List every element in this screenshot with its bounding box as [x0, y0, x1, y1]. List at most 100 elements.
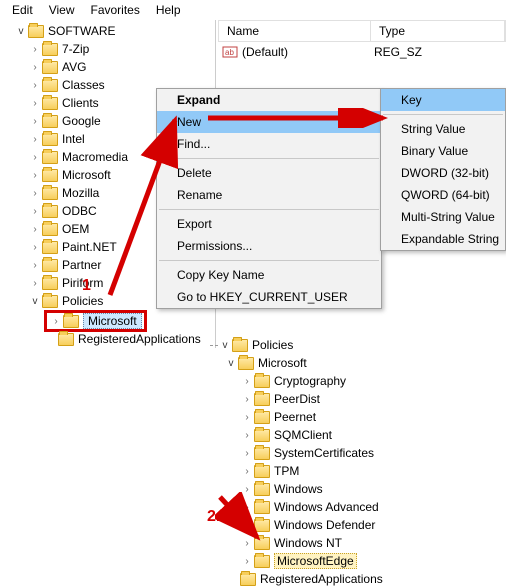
tree-node[interactable]: › TPM — [210, 462, 383, 480]
menu-item-rename[interactable]: Rename — [157, 184, 381, 206]
menu-item-goto[interactable]: Go to HKEY_CURRENT_USER — [157, 286, 381, 308]
tree-label: SystemCertificates — [274, 446, 374, 460]
chevron-right-icon[interactable]: › — [240, 430, 254, 441]
chevron-right-icon[interactable]: › — [240, 538, 254, 549]
chevron-right-icon[interactable]: › — [240, 484, 254, 495]
chevron-right-icon[interactable]: › — [28, 224, 42, 235]
menu-edit[interactable]: Edit — [4, 1, 41, 19]
folder-icon — [254, 537, 270, 550]
menu-item-find[interactable]: Find... — [157, 133, 381, 155]
menu-separator — [159, 260, 379, 261]
menu-item-export[interactable]: Export — [157, 213, 381, 235]
menu-item-new[interactable]: New ▶ — [157, 111, 381, 133]
disclosure-icon[interactable]: v — [224, 358, 238, 369]
chevron-right-icon[interactable]: › — [240, 466, 254, 477]
col-name[interactable]: Name — [219, 21, 371, 41]
folder-icon — [232, 339, 248, 352]
chevron-right-icon[interactable]: › — [240, 556, 254, 567]
chevron-right-icon[interactable]: › — [28, 188, 42, 199]
tree-node[interactable]: v Microsoft — [210, 354, 383, 372]
chevron-right-icon[interactable]: › — [49, 316, 63, 327]
disclosure-icon[interactable]: v — [218, 340, 232, 351]
tree-label: SQMClient — [274, 428, 332, 442]
menu-favorites[interactable]: Favorites — [82, 1, 147, 19]
chevron-right-icon[interactable]: › — [240, 448, 254, 459]
col-type[interactable]: Type — [371, 21, 505, 41]
selected-label: Microsoft — [83, 313, 142, 329]
tree-node-target[interactable]: › MicrosoftEdge — [210, 552, 383, 570]
chevron-right-icon[interactable]: › — [240, 394, 254, 405]
tree-node[interactable]: › SystemCertificates — [210, 444, 383, 462]
menu-item-delete[interactable]: Delete — [157, 162, 381, 184]
tree-node[interactable]: ›PeerDist — [210, 390, 383, 408]
menu-view[interactable]: View — [41, 1, 83, 19]
chevron-right-icon[interactable]: › — [28, 116, 42, 127]
chevron-right-icon[interactable]: › — [28, 170, 42, 181]
chevron-right-icon[interactable]: › — [240, 412, 254, 423]
chevron-right-icon[interactable]: › — [28, 206, 42, 217]
string-value-icon: ab — [222, 44, 238, 60]
folder-icon — [254, 465, 270, 478]
tree-label: Windows NT — [274, 536, 342, 550]
folder-icon — [254, 501, 270, 514]
tree-node-selected[interactable]: › Microsoft — [0, 312, 215, 330]
tree-node[interactable]: ›Windows — [210, 480, 383, 498]
folder-icon — [254, 447, 270, 460]
menu-item-expand[interactable]: Expand — [157, 89, 381, 111]
tree-label: ODBC — [62, 204, 97, 218]
annotation-number-2: 2. — [207, 508, 220, 526]
list-row[interactable]: ab (Default) REG_SZ — [218, 42, 506, 62]
chevron-right-icon[interactable]: › — [28, 44, 42, 55]
chevron-right-icon[interactable]: › — [28, 242, 42, 253]
disclosure-icon[interactable]: v — [14, 26, 28, 37]
submenu-arrow-icon: ▶ — [367, 115, 375, 126]
disclosure-icon[interactable]: v — [28, 296, 42, 307]
chevron-right-icon[interactable]: › — [28, 80, 42, 91]
context-menu: Expand New ▶ Find... Delete Rename Expor… — [156, 88, 382, 309]
folder-icon — [254, 393, 270, 406]
tree-node[interactable]: › SQMClient — [210, 426, 383, 444]
folder-icon — [42, 295, 58, 308]
tree-node[interactable]: ›7-Zip — [0, 40, 215, 58]
tree-node[interactable]: › RegisteredApplications — [0, 330, 215, 348]
tree-label: Microsoft — [62, 168, 111, 182]
folder-icon — [42, 241, 58, 254]
tree-node[interactable]: ›Peernet — [210, 408, 383, 426]
submenu-item-key[interactable]: Key — [381, 89, 505, 111]
tree-node[interactable]: ›Windows Defender — [210, 516, 383, 534]
submenu-item-dword[interactable]: DWORD (32-bit) — [381, 162, 505, 184]
menu-item-copykeyname[interactable]: Copy Key Name — [157, 264, 381, 286]
tree-label: Partner — [62, 258, 101, 272]
menu-help[interactable]: Help — [148, 1, 189, 19]
chevron-right-icon[interactable]: › — [28, 134, 42, 145]
menu-separator — [159, 209, 379, 210]
submenu-item-multistring[interactable]: Multi-String Value — [381, 206, 505, 228]
chevron-right-icon[interactable]: › — [240, 376, 254, 387]
tree-node[interactable]: v Policies — [210, 336, 383, 354]
chevron-right-icon[interactable]: › — [28, 98, 42, 109]
tree-node[interactable]: ›Cryptography — [210, 372, 383, 390]
menu-item-permissions[interactable]: Permissions... — [157, 235, 381, 257]
folder-icon — [254, 519, 270, 532]
chevron-right-icon[interactable]: › — [28, 62, 42, 73]
chevron-right-icon[interactable]: › — [28, 260, 42, 271]
tree-root[interactable]: v SOFTWARE — [0, 22, 215, 40]
chevron-right-icon[interactable]: › — [28, 278, 42, 289]
chevron-right-icon[interactable]: › — [240, 502, 254, 513]
tree-label: OEM — [62, 222, 89, 236]
tree-label: TPM — [274, 464, 299, 478]
chevron-right-icon[interactable]: › — [28, 152, 42, 163]
value-type: REG_SZ — [374, 45, 422, 59]
submenu-item-expandable[interactable]: Expandable String — [381, 228, 505, 250]
chevron-right-icon[interactable]: › — [240, 520, 254, 531]
tree-label: RegisteredApplications — [78, 332, 201, 346]
submenu-item-binary[interactable]: Binary Value — [381, 140, 505, 162]
tree-node[interactable]: ›AVG — [0, 58, 215, 76]
column-header[interactable]: Name Type — [218, 20, 506, 42]
tree-node[interactable]: ›Windows Advanced — [210, 498, 383, 516]
submenu-item-qword[interactable]: QWORD (64-bit) — [381, 184, 505, 206]
tree-node[interactable]: › Windows NT — [210, 534, 383, 552]
lower-tree: v Policies v Microsoft ›Cryptography›Pee… — [210, 336, 383, 588]
submenu-item-string[interactable]: String Value — [381, 118, 505, 140]
tree-node[interactable]: › RegisteredApplications — [210, 570, 383, 588]
